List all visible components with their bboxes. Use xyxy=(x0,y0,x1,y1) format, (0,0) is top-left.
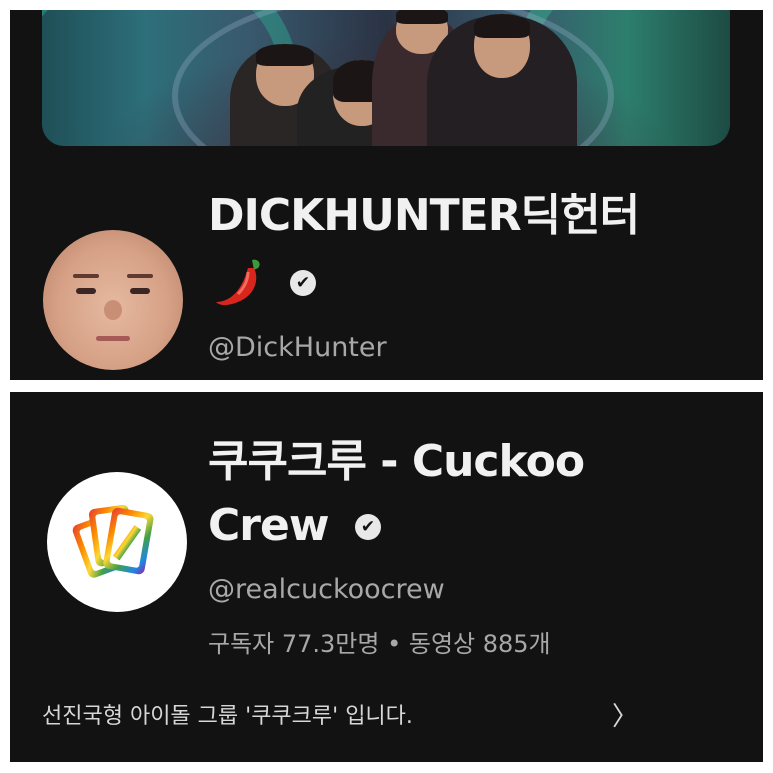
verified-badge-icon: ✔ xyxy=(290,270,316,296)
chili-pepper-emoji xyxy=(208,250,272,314)
channel-handle: @DickHunter xyxy=(208,332,387,363)
channel-title: DICKHUNTER딕헌터 xyxy=(208,190,640,241)
channel-header-cuckoo-crew: 쿠쿠크루 - Cuckoo Crew ✔ @realcuckoocrew 구독자… xyxy=(10,392,763,762)
channel-header-dickhunter: DICKHUNTER딕헌터 ✔ @DickHunter xyxy=(10,10,763,380)
channel-avatar[interactable] xyxy=(43,230,183,370)
channel-stats: 구독자 77.3만명 • 동영상 885개 xyxy=(208,630,551,658)
channel-handle: @realcuckoocrew xyxy=(208,574,445,605)
channel-title-line1: 쿠쿠크루 - Cuckoo xyxy=(208,436,585,487)
cards-logo-icon xyxy=(72,504,154,578)
verified-badge-icon: ✔ xyxy=(355,514,381,540)
channel-avatar[interactable] xyxy=(47,472,187,612)
channel-title-line2: Crew xyxy=(208,500,329,551)
channel-description[interactable]: 선진국형 아이돌 그룹 '쿠쿠크루' 입니다. 〉 xyxy=(42,698,742,734)
chevron-right-icon: 〉 xyxy=(612,702,639,732)
description-text: 선진국형 아이돌 그룹 '쿠쿠크루' 입니다. xyxy=(42,704,413,729)
channel-banner-image xyxy=(42,10,730,146)
